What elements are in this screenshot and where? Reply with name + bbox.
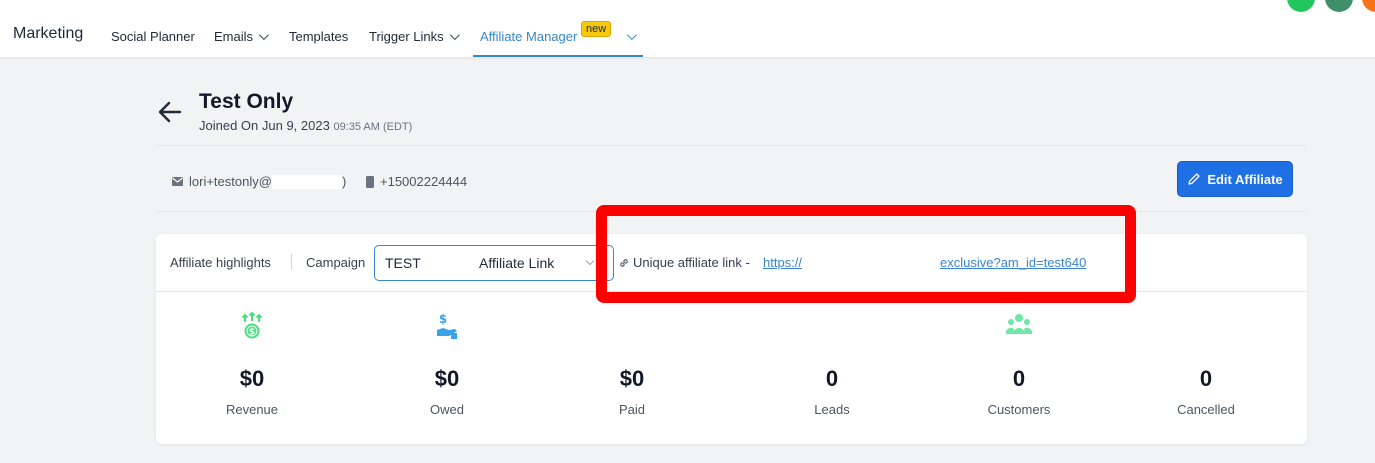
phone-icon: [366, 175, 374, 188]
brand-title: Marketing: [13, 25, 84, 42]
stat-value: 0: [1012, 366, 1026, 391]
highlights-title: Affiliate highlights: [170, 255, 271, 270]
campaign-select[interactable]: TEST Affiliate Link: [374, 245, 614, 281]
chevron-down-icon: [449, 30, 460, 41]
edit-affiliate-button[interactable]: Edit Affiliate: [1177, 161, 1293, 197]
avatar[interactable]: [1325, 0, 1353, 12]
tab-templates[interactable]: Templates: [289, 29, 348, 44]
stat-customers: 0 Customers: [924, 312, 1114, 417]
phone-text: +15002224444: [380, 174, 468, 189]
tab-label: Templates: [289, 29, 349, 44]
chevron-down-icon[interactable]: [627, 30, 638, 41]
email-text: lori+testonly@: [189, 174, 272, 189]
active-tab-indicator: [473, 55, 643, 57]
joined-date-text: Joined On Jun 9, 2023: [199, 118, 330, 133]
stat-revenue: $ $0 Revenue: [157, 312, 347, 417]
joined-date: Joined On Jun 9, 2023 09:35 AM (EDT): [199, 118, 412, 133]
stat-value: $0: [619, 366, 645, 391]
stat-paid: $0 Paid: [537, 312, 727, 417]
tab-affiliate-manager[interactable]: Affiliate Manager: [480, 29, 638, 44]
edit-affiliate-label: Edit Affiliate: [1207, 171, 1283, 187]
stat-label: Owed: [430, 402, 464, 417]
mail-icon: [172, 177, 183, 186]
tab-social-planner[interactable]: Social Planner: [111, 29, 195, 44]
annotation-highlight-box: [596, 205, 1136, 303]
stat-label: Paid: [618, 402, 646, 417]
stat-label: Leads: [814, 402, 850, 417]
stat-label: Revenue: [225, 402, 279, 417]
chevron-down-icon: [585, 256, 595, 266]
redacted-area: [271, 174, 342, 189]
tab-label: Trigger Links: [369, 29, 444, 44]
hand-dollar-icon: $: [437, 312, 457, 339]
tab-trigger-links[interactable]: Trigger Links: [369, 29, 460, 44]
users-group-icon: [1005, 314, 1033, 334]
joined-time: 09:35 AM (EDT): [333, 121, 413, 133]
campaign-label: Campaign: [306, 255, 366, 270]
page-title: Test Only: [199, 90, 294, 113]
stat-value: 0: [825, 366, 839, 391]
affiliate-email: lori+testonly@): [172, 174, 346, 189]
stat-owed: $ $0 Owed: [352, 312, 542, 417]
email-text-end: ): [341, 174, 347, 189]
tab-label: Emails: [214, 29, 254, 44]
top-navigation: Marketing Social Planner Emails Template…: [0, 0, 1375, 58]
campaign-type: Affiliate Link: [479, 255, 555, 271]
divider: [291, 254, 292, 270]
stat-cancelled: 0 Cancelled: [1111, 312, 1301, 417]
divider: [156, 145, 1306, 146]
tab-label: Affiliate Manager: [480, 29, 578, 44]
stat-leads: 0 Leads: [737, 312, 927, 417]
avatar[interactable]: [1287, 0, 1315, 12]
new-badge: new: [581, 21, 612, 37]
avatar[interactable]: [1362, 0, 1375, 12]
stat-label: Cancelled: [1177, 402, 1235, 417]
back-arrow-icon[interactable]: [156, 98, 184, 126]
tab-label: Social Planner: [111, 29, 195, 44]
money-growth-icon: $: [241, 312, 263, 339]
stat-value: $0: [239, 366, 265, 391]
chevron-down-icon: [258, 30, 269, 41]
stat-label: Customers: [987, 402, 1051, 417]
affiliate-phone: +15002224444: [366, 174, 467, 189]
tab-emails[interactable]: Emails: [214, 29, 269, 44]
svg-text:$: $: [439, 312, 447, 326]
svg-text:$: $: [249, 328, 255, 338]
campaign-value: TEST: [385, 255, 421, 271]
pencil-icon: [1188, 173, 1200, 185]
stat-value: 0: [1199, 366, 1213, 391]
stat-value: $0: [434, 366, 460, 391]
